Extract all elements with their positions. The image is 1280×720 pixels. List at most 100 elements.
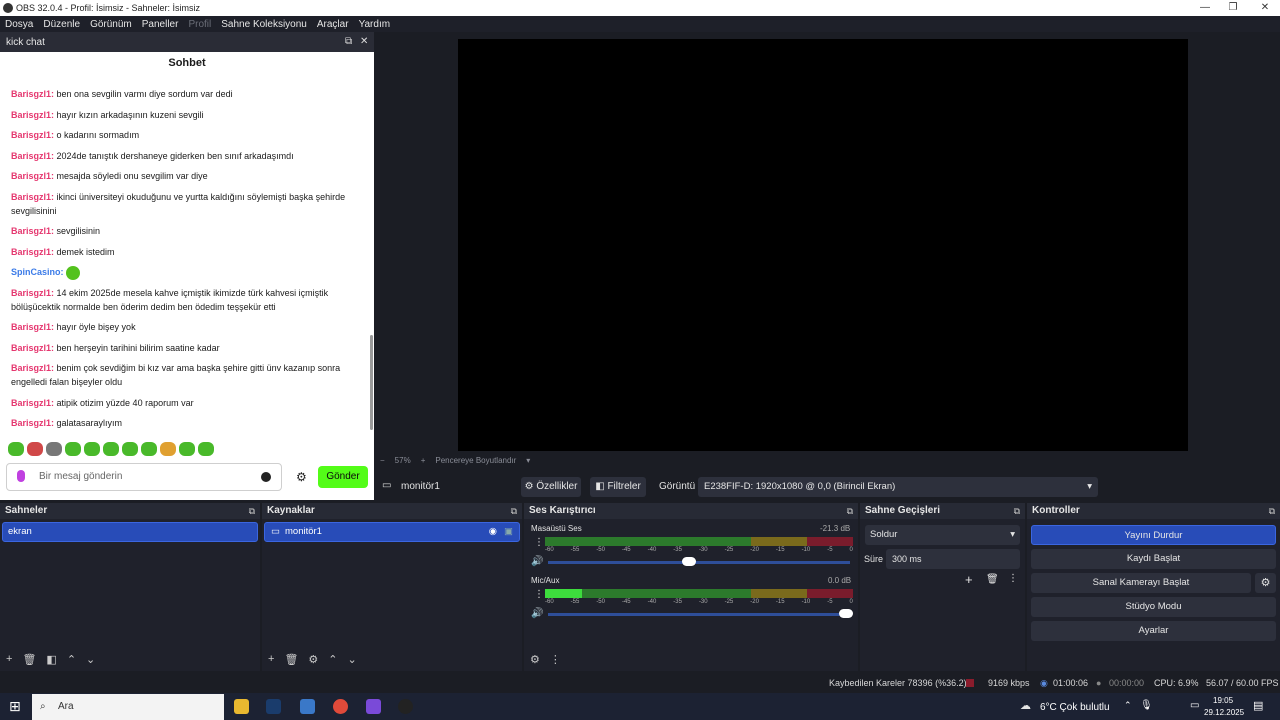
move-up-icon[interactable]: ⌃: [67, 653, 76, 666]
menu-tools[interactable]: Araçlar: [312, 19, 354, 30]
mic-aux-ticks: -60 -55 -50 -45 -40 -35 -30 -25 -20 -15 -10 -5 0: [545, 599, 853, 605]
move-down-icon[interactable]: ⌄: [86, 653, 95, 666]
menu-file[interactable]: Dosya: [0, 19, 38, 30]
zoom-in-icon[interactable]: +: [421, 456, 426, 465]
undock-icon[interactable]: ⧉: [511, 506, 517, 517]
clock-date[interactable]: 29.12.2025: [1204, 708, 1244, 717]
start-virtual-camera-button[interactable]: Sanal Kamerayı Başlat: [1031, 573, 1251, 593]
transition-select[interactable]: Soldur ▾: [865, 525, 1020, 545]
filter-icon[interactable]: ◧: [46, 653, 56, 666]
send-button[interactable]: Gönder: [318, 466, 368, 488]
move-down-icon[interactable]: ⌄: [348, 653, 357, 666]
advanced-audio-gear-icon[interactable]: ⚙: [530, 653, 540, 666]
trash-icon[interactable]: 🗑: [284, 653, 298, 666]
menu-docks[interactable]: Paneller: [137, 19, 184, 30]
chat-message: Barisgzl1: sevgilisinin: [11, 226, 101, 236]
chat-message: Barisgzl1: mesajda söyledi onu sevgilim …: [11, 171, 208, 181]
trash-icon[interactable]: 🗑: [22, 653, 36, 666]
maximize-button[interactable]: ❐: [1218, 0, 1248, 16]
mixer-title: Ses Karıştırıcı: [524, 503, 858, 519]
emote-icon[interactable]: [122, 442, 138, 456]
emote-icon[interactable]: [198, 442, 214, 456]
stop-streaming-button[interactable]: Yayını Durdur: [1031, 525, 1276, 545]
emote-icon[interactable]: [141, 442, 157, 456]
chat-message: Barisgzl1: galatasaraylıyım: [11, 418, 123, 428]
gear-icon[interactable]: ⚙: [308, 653, 318, 666]
taskbar-search[interactable]: ⌕ Ara: [32, 694, 224, 720]
menu-dots-icon[interactable]: ⋮: [1008, 573, 1018, 584]
speaker-icon[interactable]: 🔊: [531, 608, 543, 619]
undock-icon[interactable]: ⧉: [345, 36, 352, 47]
close-window-button[interactable]: ✕: [1250, 0, 1280, 16]
scene-item[interactable]: ekran: [2, 522, 258, 542]
fit-to-window-label[interactable]: Pencereye Boyutlandır: [435, 456, 516, 465]
menu-profile[interactable]: Profil: [183, 19, 216, 30]
start-recording-button[interactable]: Kaydı Başlat: [1031, 549, 1276, 569]
chat-scrollbar[interactable]: [370, 335, 373, 430]
settings-button[interactable]: Ayarlar: [1031, 621, 1276, 641]
lock-icon[interactable]: ▣: [504, 523, 513, 541]
chrome-icon[interactable]: [333, 699, 348, 714]
visibility-eye-icon[interactable]: ◉: [489, 523, 497, 541]
file-explorer-icon[interactable]: [234, 699, 249, 714]
chevron-down-icon[interactable]: ▾: [526, 456, 530, 465]
menu-edit[interactable]: Düzenle: [38, 19, 85, 30]
menu-dots-icon[interactable]: ⋮: [534, 537, 544, 548]
chat-settings-gear-icon[interactable]: ⚙: [296, 470, 307, 484]
emote-icon[interactable]: [27, 442, 43, 456]
close-icon[interactable]: ✕: [360, 36, 368, 47]
speaker-icon[interactable]: 🔊: [531, 556, 543, 567]
source-item[interactable]: ▭ monitör1 ◉ ▣: [264, 522, 520, 542]
desktop-audio-volume-slider[interactable]: [548, 561, 850, 564]
add-icon[interactable]: +: [6, 653, 12, 666]
zoom-out-icon[interactable]: −: [380, 456, 385, 465]
undock-icon[interactable]: ⧉: [847, 506, 853, 517]
filters-button[interactable]: ◧ Filtreler: [590, 477, 646, 497]
steam-icon[interactable]: [266, 699, 281, 714]
undock-icon[interactable]: ⧉: [1269, 506, 1275, 517]
emote-icon[interactable]: [103, 442, 119, 456]
chat-message-input[interactable]: Bir mesaj gönderin: [6, 463, 282, 491]
mic-aux-meter: [545, 589, 853, 598]
trash-icon[interactable]: 🗑: [986, 574, 999, 585]
undock-icon[interactable]: ⧉: [1014, 506, 1020, 517]
add-icon[interactable]: +: [268, 653, 274, 666]
stream-icon: ◉: [1040, 678, 1048, 688]
obs-taskbar-icon[interactable]: [398, 699, 413, 714]
emote-icon[interactable]: [84, 442, 100, 456]
menu-scene-collection[interactable]: Sahne Koleksiyonu: [216, 19, 312, 30]
emoji-icon[interactable]: [261, 472, 271, 482]
emote-icon[interactable]: [179, 442, 195, 456]
add-icon[interactable]: +: [965, 572, 973, 587]
mic-aux-volume-handle[interactable]: [839, 609, 853, 618]
clock-time[interactable]: 19:05: [1213, 696, 1233, 705]
menu-help[interactable]: Yardım: [354, 19, 396, 30]
undock-icon[interactable]: ⧉: [249, 506, 255, 517]
discord-icon[interactable]: [366, 699, 381, 714]
notification-icon[interactable]: ▤: [1253, 699, 1263, 712]
emote-icon[interactable]: [8, 442, 24, 456]
menu-dots-icon[interactable]: ⋮: [550, 653, 561, 666]
display-select[interactable]: E238FIF-D: 1920x1080 @ 0,0 (Birincil Ekr…: [698, 477, 1098, 497]
menu-dots-icon[interactable]: ⋮: [534, 589, 544, 600]
mic-tray-icon[interactable]: 🎙: [1140, 700, 1153, 711]
display-tray-icon[interactable]: ▭: [1190, 700, 1199, 711]
emote-icon[interactable]: [160, 442, 176, 456]
emote-icon[interactable]: [65, 442, 81, 456]
chat-dock: kick chat ⧉ ✕ Sohbet Barisgzl1: ben ona …: [0, 32, 374, 500]
duration-input[interactable]: 300 ms: [886, 549, 1020, 569]
mic-aux-volume-slider[interactable]: [548, 613, 850, 616]
properties-button[interactable]: ⚙ Özellikler: [521, 477, 581, 497]
windows-start-icon[interactable]: ⊞: [9, 698, 21, 715]
tray-chevron-up-icon[interactable]: ⌃: [1124, 700, 1132, 711]
microphone-icon[interactable]: [17, 470, 25, 482]
menu-view[interactable]: Görünüm: [85, 19, 137, 30]
virtual-camera-gear-icon[interactable]: ⚙: [1255, 573, 1276, 593]
app-icon[interactable]: [300, 699, 315, 714]
minimize-button[interactable]: —: [1190, 0, 1220, 16]
preview-canvas[interactable]: [458, 39, 1188, 451]
emote-icon[interactable]: [46, 442, 62, 456]
desktop-audio-volume-handle[interactable]: [682, 557, 696, 566]
studio-mode-button[interactable]: Stüdyo Modu: [1031, 597, 1276, 617]
move-up-icon[interactable]: ⌃: [328, 653, 337, 666]
